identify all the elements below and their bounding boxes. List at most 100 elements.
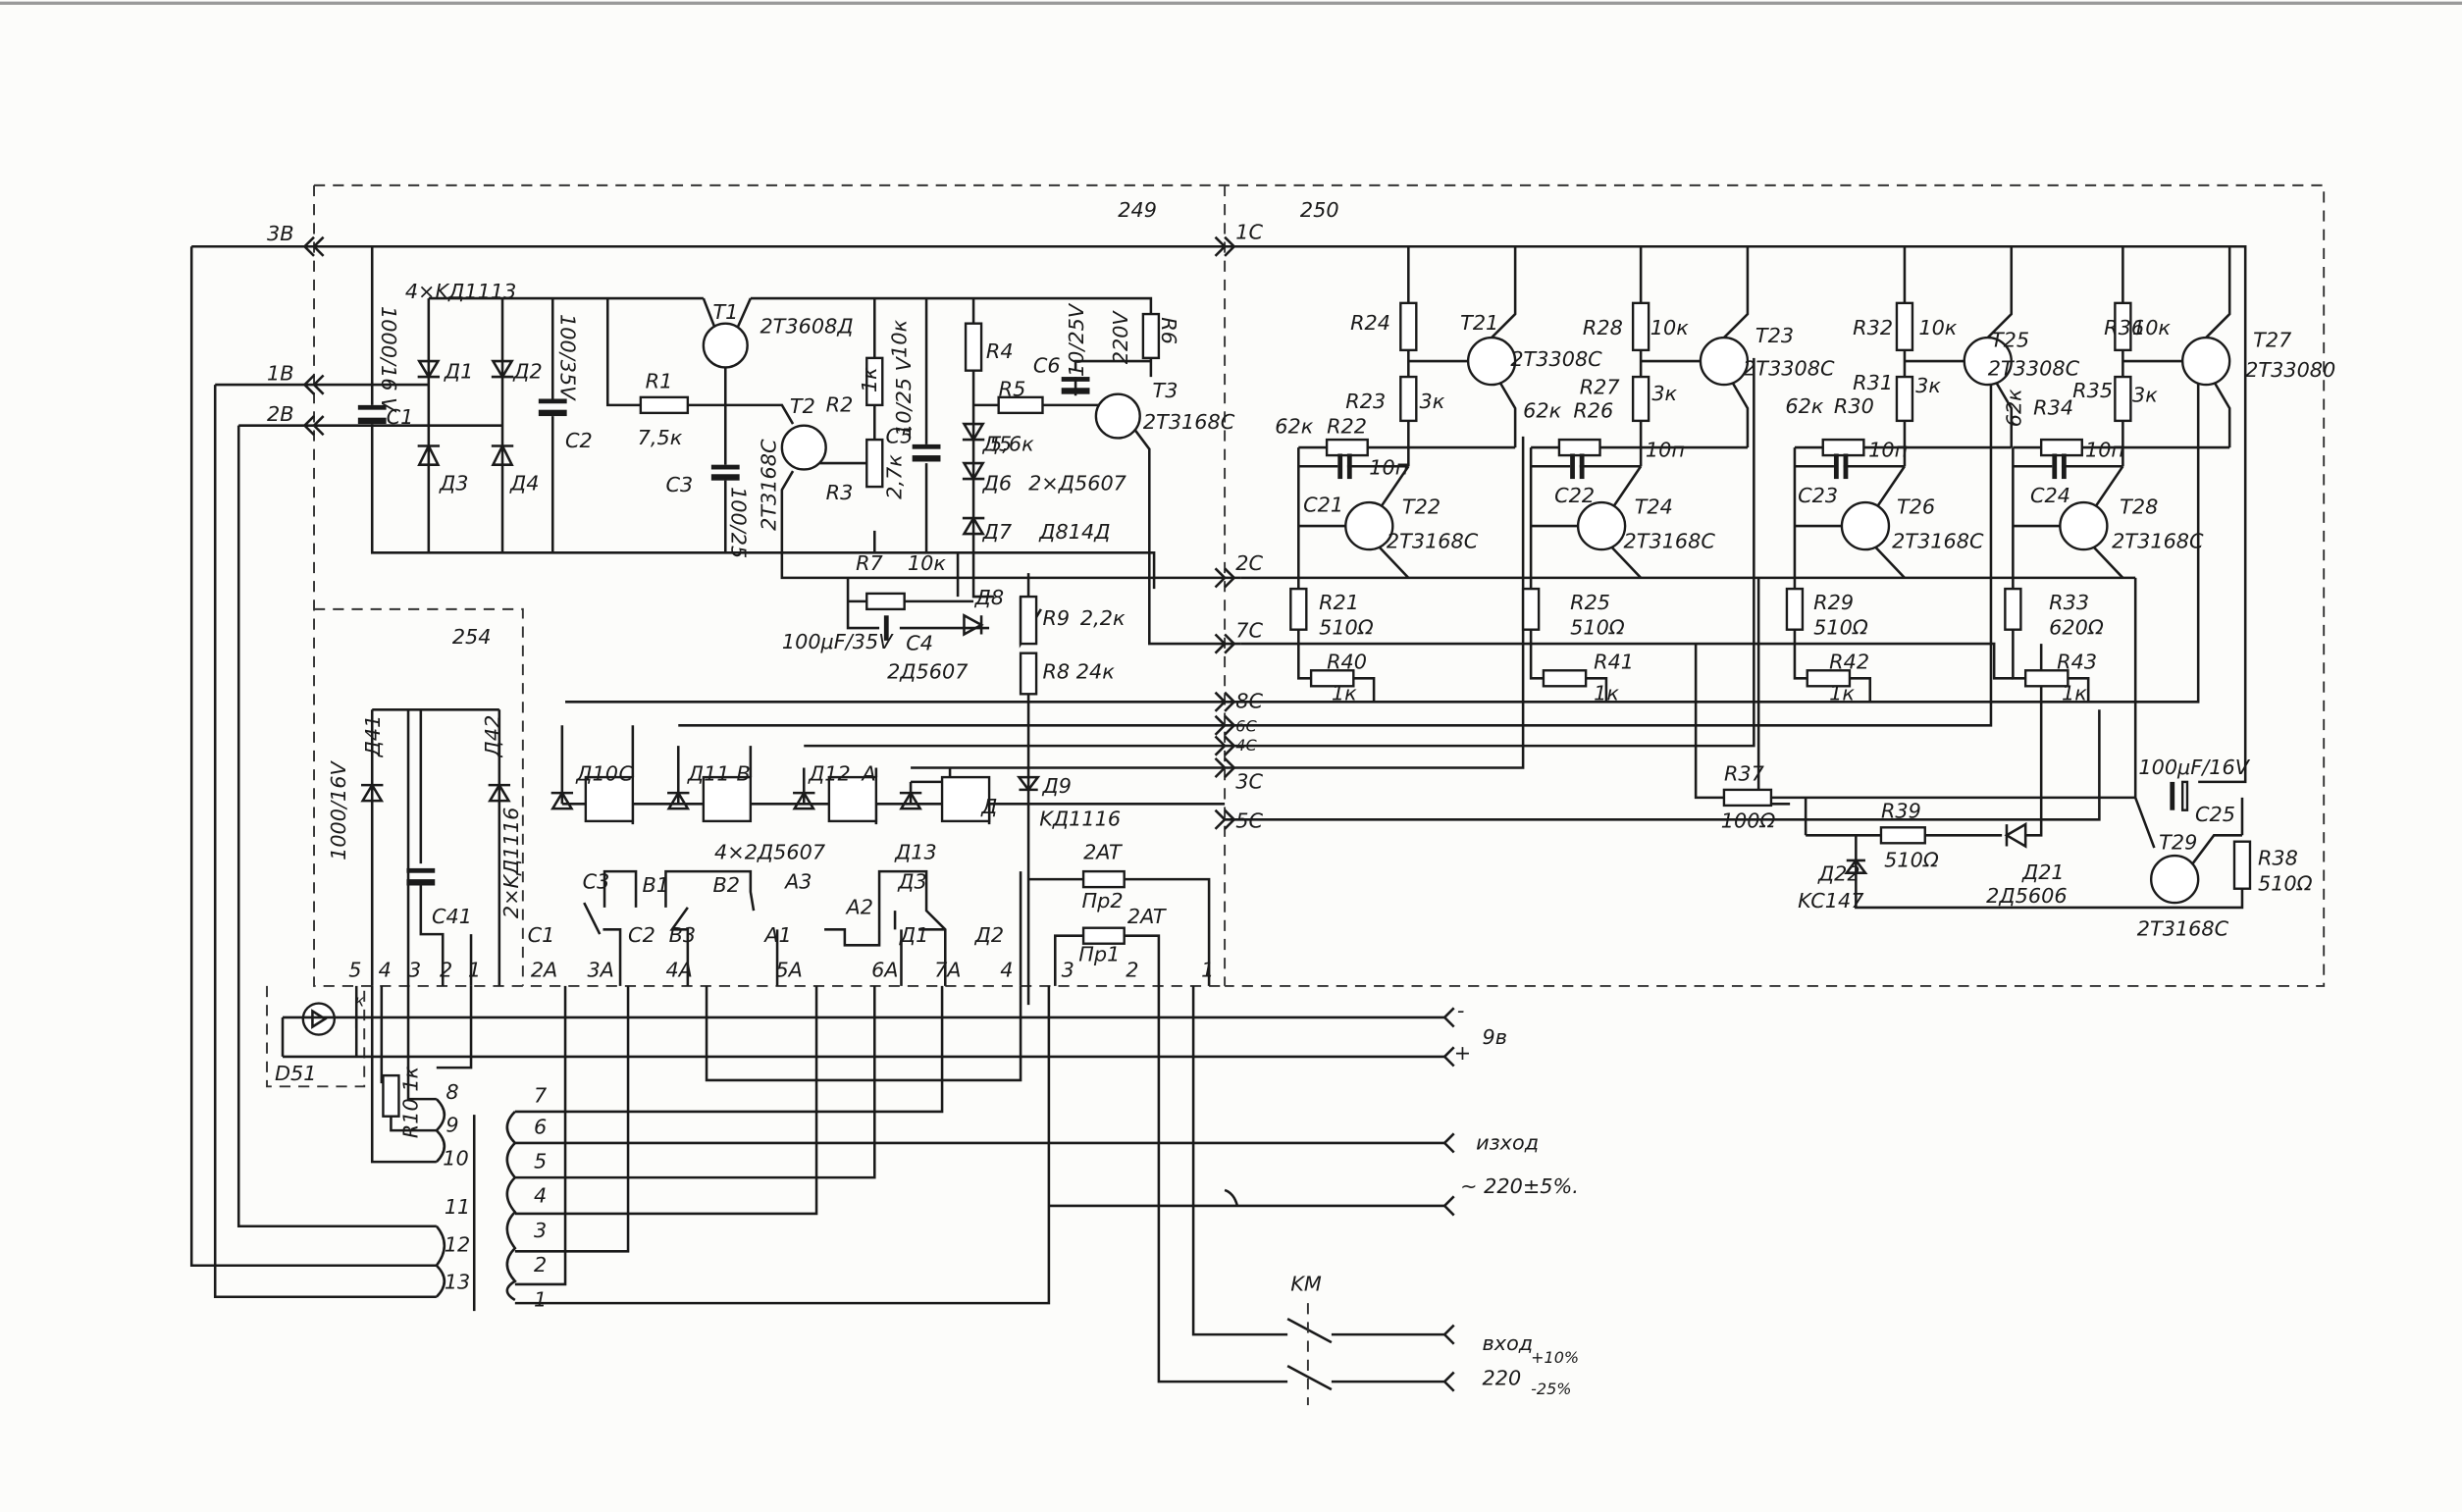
r38-resistor	[2232, 840, 2252, 890]
contact-B3-label: B3	[669, 923, 697, 947]
r21-value: 510Ω	[1319, 615, 1374, 639]
fuse-pr2	[1081, 869, 1126, 889]
block-249-label: 249	[1118, 198, 1157, 222]
r38-label: R38	[2258, 847, 2298, 870]
transformer-labels: 8 9 10 11 12 13 7 6 5 4 3 2 1	[443, 1080, 548, 1311]
pin-2: 2	[1126, 958, 1138, 981]
tap-6: 6	[534, 1115, 547, 1138]
t24-type: 2T3168C	[1624, 529, 1716, 552]
block-254-label: 254	[452, 625, 492, 649]
c5-capacitor	[912, 443, 941, 449]
stage-input-transistor	[2059, 500, 2109, 551]
terminal-plus: +	[1454, 1041, 1471, 1065]
d5-label: Д5	[982, 432, 1012, 455]
stage-middle-resistor	[2114, 375, 2132, 423]
r40-value: 1к	[1332, 682, 1357, 705]
r4-label: R4	[986, 339, 1014, 363]
amplifier-stage-2	[1521, 246, 1750, 703]
stage-middle-resistor	[1399, 375, 1418, 423]
c1-value: 1000/16 V	[377, 306, 400, 413]
fuse2-label: Пр2	[1081, 889, 1123, 912]
contact-C1-label: C1	[528, 923, 555, 947]
c5-plate	[912, 455, 941, 462]
r2-value: 1к	[858, 367, 881, 392]
r31-value: 3к	[1915, 374, 1941, 397]
stage-upper-resistor	[1399, 301, 1418, 352]
r4-resistor	[964, 322, 983, 372]
stage-capacitor	[1337, 453, 1343, 480]
t3-type: 2T3168C	[1143, 410, 1235, 434]
c21-value: 10п	[1369, 455, 1408, 479]
tap-7: 7	[534, 1083, 548, 1107]
r1-resistor	[639, 395, 690, 415]
c4-label: C4	[906, 631, 933, 654]
pin-3A: 3A	[587, 958, 613, 981]
pin-left-1: 1	[468, 958, 481, 981]
t2-transistor	[780, 424, 827, 471]
stage-capacitor	[1570, 453, 1575, 480]
c25-label: C25	[2195, 803, 2235, 826]
d5-d6-type: 2×Д5607	[1028, 471, 1127, 495]
r36-value: 10к	[2132, 316, 2171, 339]
pin-7A: 7A	[934, 958, 961, 981]
d7-label: Д7	[982, 520, 1013, 544]
bridge-label: 4×KД1113	[405, 280, 516, 303]
pin-3: 3	[1062, 958, 1074, 981]
d9-label: Д9	[1041, 774, 1071, 798]
r29-label: R29	[1813, 591, 1854, 614]
r6-label: R6	[1157, 317, 1180, 344]
output-spec: ~ 220±5%.	[1460, 1174, 1579, 1198]
d4-label: Д4	[509, 471, 539, 495]
tap-2: 2	[534, 1253, 547, 1277]
connector-4C-label: 4C	[1235, 736, 1257, 755]
stage-upper-resistor	[1631, 301, 1650, 352]
r34-value: 62к	[2002, 389, 2025, 427]
stage-output-transistor	[1699, 336, 1750, 387]
connector-6C-label: 6C	[1235, 717, 1257, 736]
connector-3C-label: 3C	[1235, 769, 1263, 793]
stage-capacitor-plate	[1843, 453, 1849, 480]
t23-type: 2T3308C	[1743, 356, 1835, 380]
r35-label: R35	[2072, 379, 2113, 402]
stage-middle-resistor	[1895, 375, 1914, 423]
contact-D3-label: Д3	[897, 870, 926, 894]
d41-label: Д41	[361, 715, 385, 758]
r41-label: R41	[1594, 651, 1634, 674]
d21-type: 2Д5606	[1986, 884, 2067, 908]
stage-emitter-resistor	[2004, 587, 2022, 631]
r40-label: R40	[1327, 651, 1367, 674]
c24-value: 10п	[2085, 439, 2124, 462]
contact-D2-label: Д2	[974, 923, 1004, 947]
r22-value: 62к	[1275, 415, 1313, 439]
r1-label: R1	[646, 369, 673, 392]
relay-A-label: A	[860, 761, 875, 785]
t26-type: 2T3168C	[1892, 529, 1984, 552]
r32-value: 10к	[1918, 316, 1957, 339]
t27-type: 2T33080	[2245, 358, 2335, 382]
contact-A3-label: A3	[783, 870, 812, 894]
d22-type: KC147	[1798, 889, 1864, 912]
c23-value: 10п	[1868, 439, 1908, 462]
block-254-labels: Д41 Д42 1000/16V C41 2×KД1116 к R10 1к	[327, 715, 523, 1139]
connector-2C-label: 2C	[1235, 551, 1263, 575]
t3-label: T3	[1152, 379, 1178, 402]
stage-labels: R24 T21 2T3308C R23 3к 62к R22 10п C21 T…	[1275, 311, 2335, 705]
c23-label: C23	[1798, 484, 1838, 507]
d51-k-label: к	[355, 992, 365, 1011]
c3-value: 100/25	[727, 487, 751, 558]
t29-transistor	[2149, 854, 2200, 905]
input-tol-minus: -25%	[1531, 1380, 1571, 1398]
r22-label: R22	[1327, 415, 1367, 439]
r39-resistor	[1879, 826, 1926, 845]
contact-C3-label: C3	[583, 870, 610, 894]
r23-value: 3к	[1420, 390, 1445, 413]
t22-type: 2T3168C	[1387, 529, 1479, 552]
r9-value: 2,2к	[1080, 606, 1126, 630]
winding-9: 9	[445, 1114, 458, 1137]
timer-labels: R37 100Ω R39 510Ω Д21 2Д5606 Д22 KC147 1…	[1721, 756, 2313, 941]
t28-label: T28	[2120, 495, 2158, 518]
c41-plate	[406, 879, 436, 886]
tap-lines	[514, 985, 1445, 1383]
r34-label: R34	[2033, 395, 2073, 419]
r23-label: R23	[1345, 390, 1386, 413]
